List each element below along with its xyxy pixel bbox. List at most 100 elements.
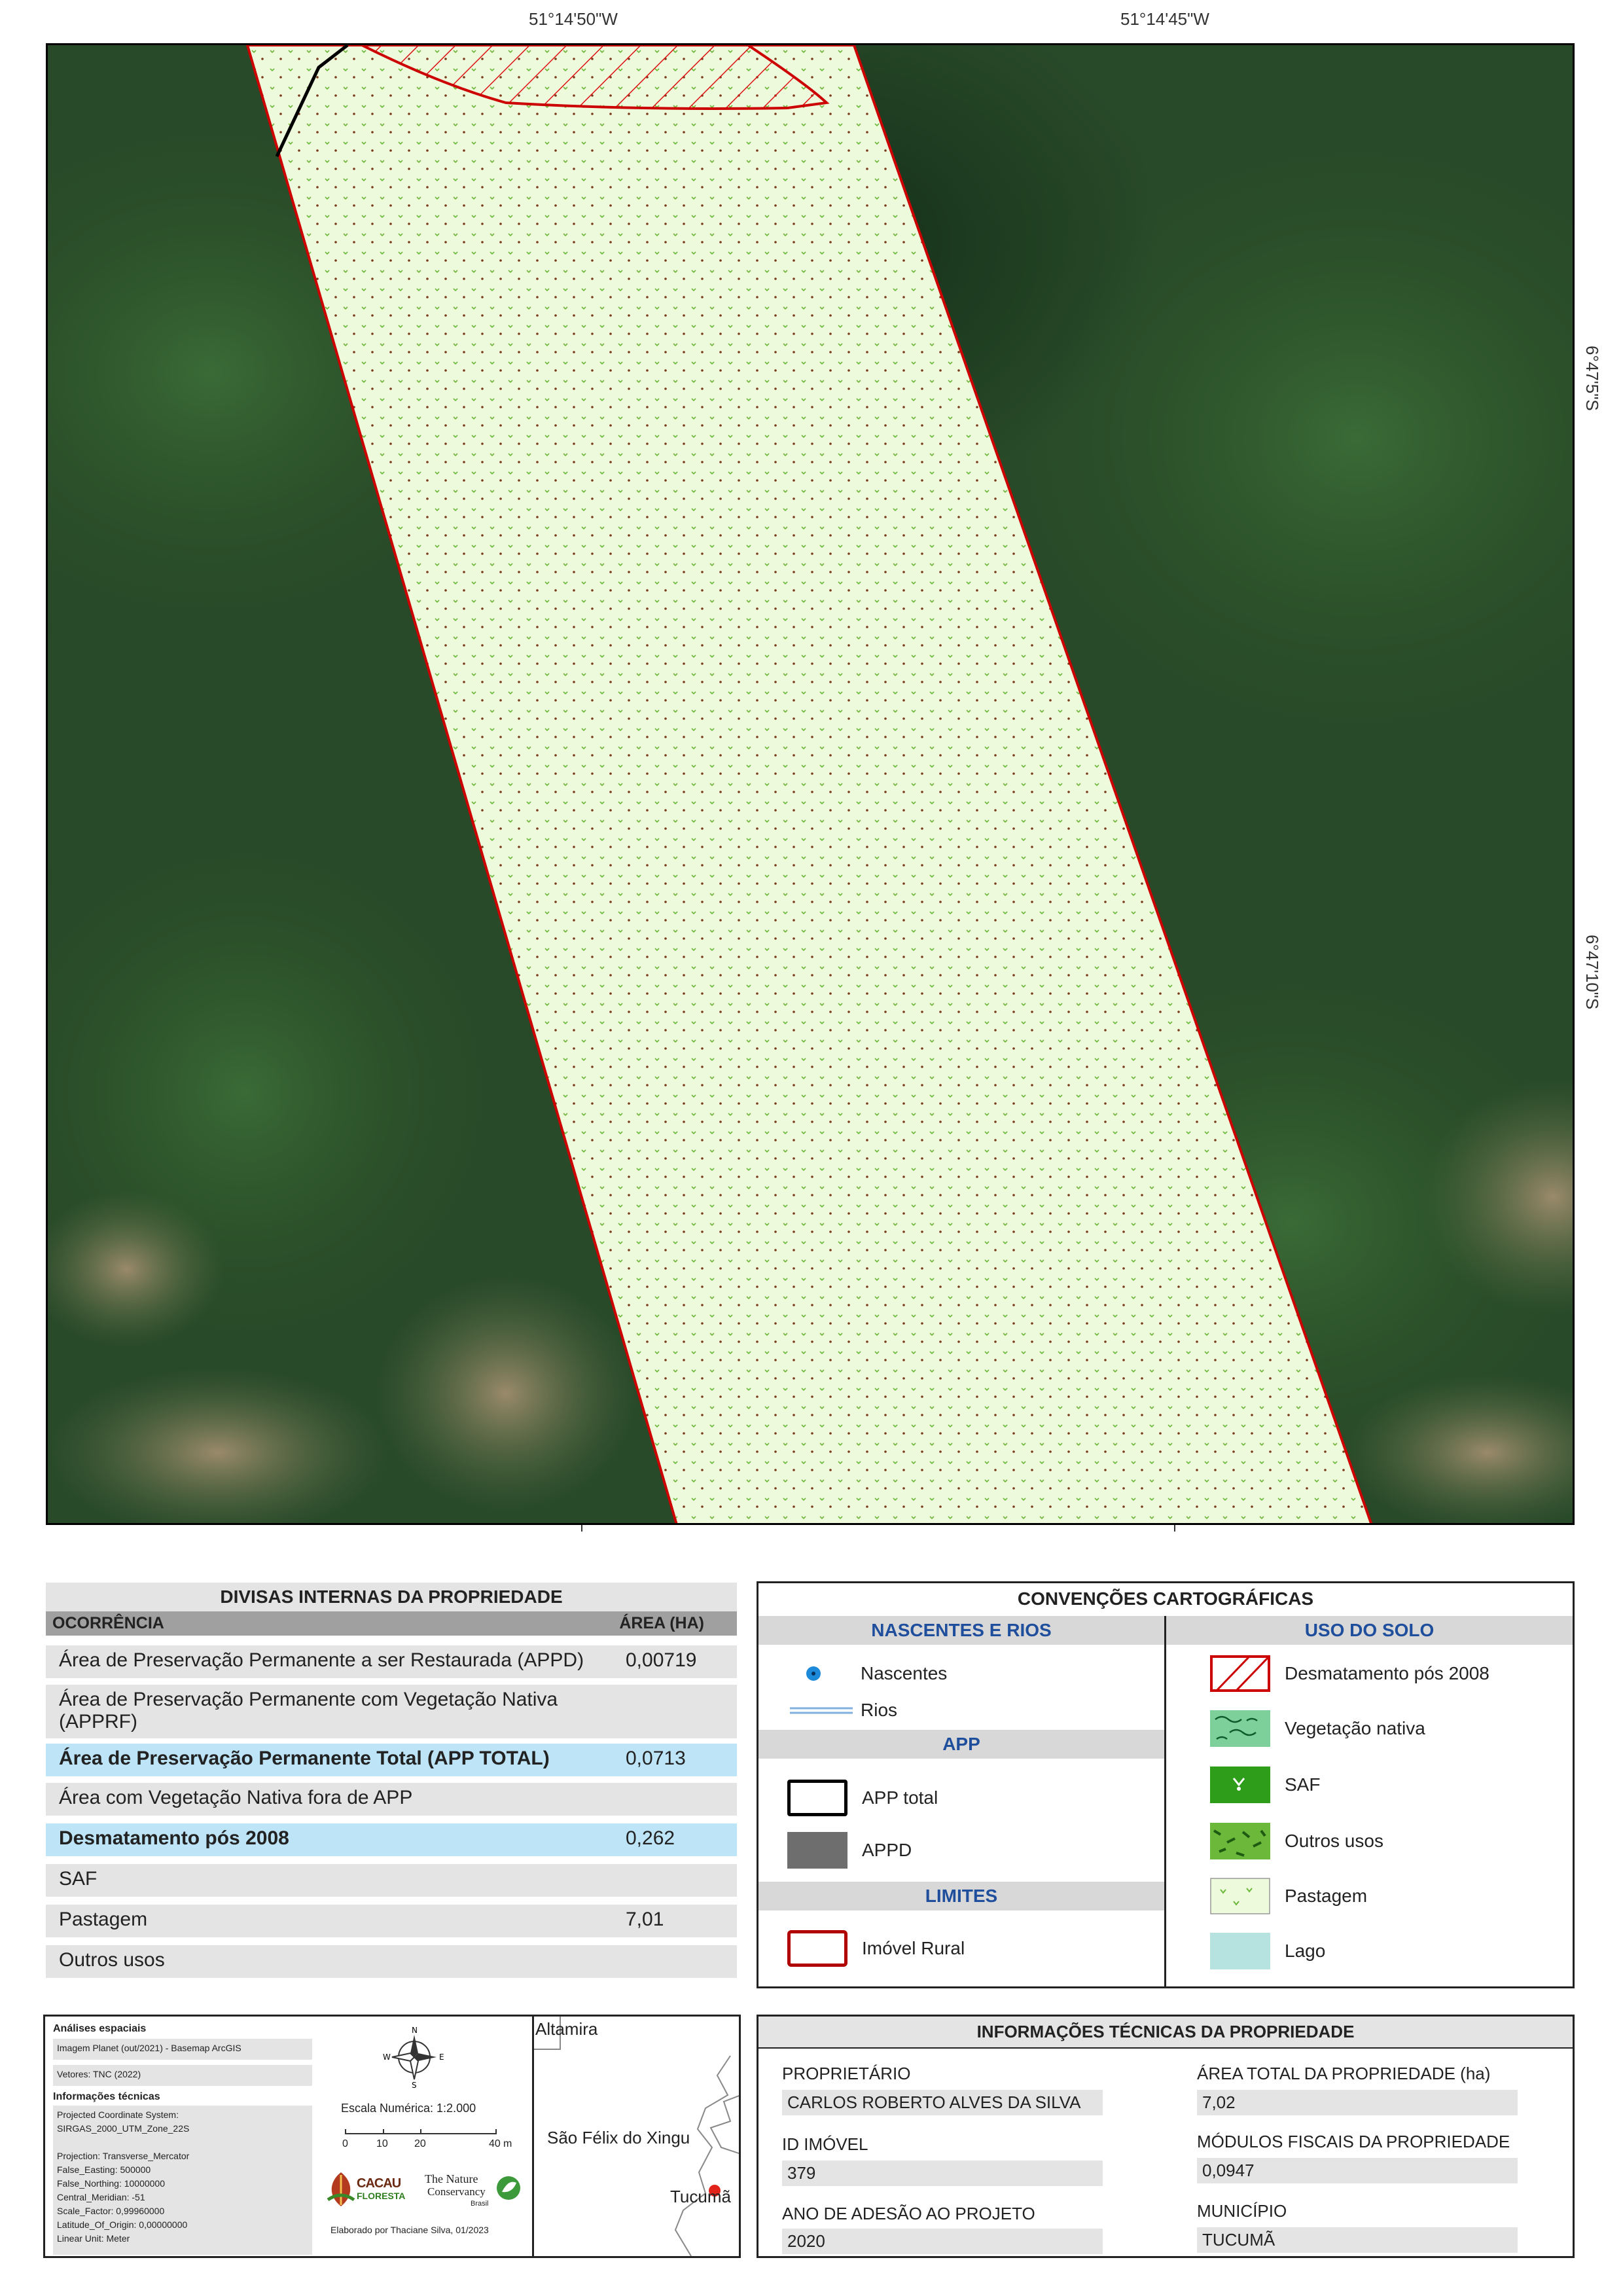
- row-value: [626, 1689, 724, 1734]
- row-label: Área de Preservação Permanente a ser Res…: [59, 1649, 584, 1671]
- owner-value: CARLOS ROBERTO ALVES DA SILVA: [782, 2090, 1103, 2115]
- compass-s: S: [412, 2081, 417, 2089]
- legend-label: Pastagem: [1285, 1886, 1368, 1906]
- legend-label: Imóvel Rural: [862, 1938, 965, 1958]
- row-value: 7,01: [626, 1909, 664, 1930]
- tech-line: Latitude_Of_Origin: 0,00000000: [57, 2219, 188, 2230]
- coord-right-2: 6°47'10"S: [1582, 935, 1602, 1010]
- vectors-source: Vetores: TNC (2022): [53, 2065, 312, 2086]
- scale-unit: m: [503, 2138, 512, 2149]
- compass-w: W: [383, 2053, 391, 2062]
- compass-n: N: [412, 2026, 418, 2035]
- table-row: Área de Preservação Permanente com Veget…: [46, 1685, 737, 1738]
- legend-label: APPD: [862, 1840, 912, 1860]
- id-label: ID IMÓVEL: [782, 2134, 868, 2154]
- tech-line: SIRGAS_2000_UTM_Zone_22S: [57, 2123, 190, 2134]
- scale-tick: 20: [414, 2138, 426, 2149]
- row-value: 0,262: [626, 1827, 675, 1849]
- legend-item-appd: APPD: [787, 1832, 912, 1869]
- locator-map[interactable]: Altamira São Félix do Xingu Tucumã: [532, 2017, 739, 2256]
- legend-springs-heading: NASCENTES E RIOS: [758, 1616, 1164, 1645]
- tnc-logo: The Nature Conservancy Brasil: [425, 2170, 523, 2213]
- locator-sao-felix: São Félix do Xingu: [547, 2128, 690, 2147]
- area-value: 7,02: [1197, 2090, 1518, 2115]
- legend-label: Rios: [861, 1700, 898, 1720]
- table-row: SAF: [46, 1864, 737, 1897]
- row-value: [626, 1949, 724, 1974]
- rural-property-swatch: [787, 1930, 847, 1967]
- scale-text: Escala Numérica: 1:2.000: [341, 2102, 476, 2115]
- col-occurrence: OCORRÊNCIA: [52, 1614, 164, 1632]
- legend-divider: [1164, 1616, 1166, 1986]
- river-icon: [790, 1707, 853, 1714]
- legend-label: SAF: [1285, 1774, 1321, 1795]
- modules-label: MÓDULOS FISCAIS DA PROPRIEDADE: [1197, 2132, 1510, 2151]
- saf-swatch: [1210, 1767, 1270, 1803]
- coord-top-2: 51°14'45"W: [1120, 9, 1209, 29]
- floresta-logo-text: FLORESTA: [357, 2191, 406, 2201]
- author-credit: Elaborado por Thaciane Silva, 01/2023: [330, 2225, 489, 2235]
- image-source: Imagem Planet (out/2021) - Basemap ArcGI…: [53, 2039, 312, 2060]
- legend-item-other-uses: Outros usos: [1210, 1823, 1383, 1859]
- compass-e: E: [439, 2053, 444, 2062]
- legend-label: Outros usos: [1285, 1831, 1383, 1851]
- tech-line: False_Northing: 10000000: [57, 2178, 166, 2189]
- scale-tick: 10: [376, 2138, 388, 2149]
- tech-line: Projected Coordinate System:: [57, 2109, 179, 2120]
- area-label: ÁREA TOTAL DA PROPRIEDADE (ha): [1197, 2064, 1491, 2083]
- row-label: Área de Preservação Permanente com Veget…: [59, 1689, 558, 1732]
- row-label: Área de Preservação Permanente Total (AP…: [59, 1748, 550, 1769]
- legend-label: APP total: [862, 1787, 938, 1808]
- main-map[interactable]: [46, 43, 1575, 1525]
- internal-divisions-header: OCORRÊNCIA ÁREA (HA): [46, 1611, 737, 1636]
- legend-item-pasture: Pastagem: [1210, 1878, 1367, 1914]
- row-label: Área com Vegetação Nativa fora de APP: [59, 1787, 413, 1808]
- owner-label: PROPRIETÁRIO: [782, 2064, 911, 2083]
- row-value: [626, 1787, 724, 1812]
- legend-panel: CONVENÇÕES CARTOGRÁFICAS NASCENTES E RIO…: [757, 1581, 1575, 1988]
- scale-tick: 40: [489, 2138, 501, 2149]
- row-value: [626, 1868, 724, 1893]
- legend-title: CONVENÇÕES CARTOGRÁFICAS: [1017, 1588, 1314, 1609]
- legend-item-lake: Lago: [1210, 1933, 1325, 1969]
- tnc-logo-text-2: Conservancy: [427, 2185, 486, 2198]
- tnc-logo-text-3: Brasil: [471, 2200, 489, 2208]
- tech-line: False_Easting: 500000: [57, 2164, 151, 2175]
- table-row: Área de Preservação Permanente Total (AP…: [46, 1744, 737, 1776]
- legend-item-deforestation: Desmatamento pós 2008: [1210, 1655, 1489, 1692]
- lake-swatch: [1210, 1933, 1270, 1969]
- year-value: 2020: [782, 2229, 1103, 2254]
- locator-tucuma: Tucumã: [670, 2187, 731, 2206]
- deforestation-swatch: [1210, 1655, 1270, 1692]
- internal-divisions-panel: DIVISAS INTERNAS DA PROPRIEDADE OCORRÊNC…: [46, 1583, 737, 1982]
- legend-item-springs: Nascentes: [790, 1660, 947, 1687]
- tick-bottom-2: [1174, 1525, 1175, 1532]
- year-label: ANO DE ADESÃO AO PROJETO: [782, 2204, 1035, 2223]
- table-row: Área com Vegetação Nativa fora de APP: [46, 1783, 737, 1816]
- legend-item-native: Vegetação nativa: [1210, 1710, 1425, 1747]
- analysis-title: Análises espaciais: [53, 2023, 147, 2034]
- legend-item-app-total: APP total: [787, 1780, 938, 1816]
- row-label: SAF: [59, 1868, 98, 1890]
- city-value: TUCUMÃ: [1197, 2227, 1518, 2253]
- north-arrow-icon: N S W E: [383, 2026, 444, 2089]
- tech-line: Linear Unit: Meter: [57, 2233, 130, 2244]
- row-label: Pastagem: [59, 1909, 148, 1930]
- tech-line: [57, 2136, 308, 2149]
- id-value: 379: [782, 2161, 1103, 2186]
- tech-line: Central_Meridian: -51: [57, 2192, 145, 2202]
- tnc-logo-text-1: The Nature: [425, 2172, 478, 2185]
- col-area: ÁREA (HA): [619, 1614, 704, 1632]
- row-label: Outros usos: [59, 1949, 165, 1971]
- coord-right-1: 6°47'5"S: [1582, 346, 1602, 411]
- scale-bar: 0 10 20 40 m: [338, 2126, 516, 2153]
- spatial-info-panel: Análises espaciais Imagem Planet (out/20…: [43, 2015, 741, 2258]
- locator-altamira: Altamira: [535, 2019, 598, 2039]
- legend-limits-heading: LIMITES: [758, 1882, 1164, 1910]
- legend-landuse-heading: USO DO SOLO: [1166, 1616, 1573, 1645]
- table-row: Outros usos: [46, 1945, 737, 1978]
- property-info-title: INFORMAÇÕES TÉCNICAS DA PROPRIEDADE: [758, 2017, 1573, 2049]
- table-row: Área de Preservação Permanente a ser Res…: [46, 1645, 737, 1678]
- tick-bottom-1: [581, 1525, 582, 1532]
- row-value: 0,0713: [626, 1748, 686, 1769]
